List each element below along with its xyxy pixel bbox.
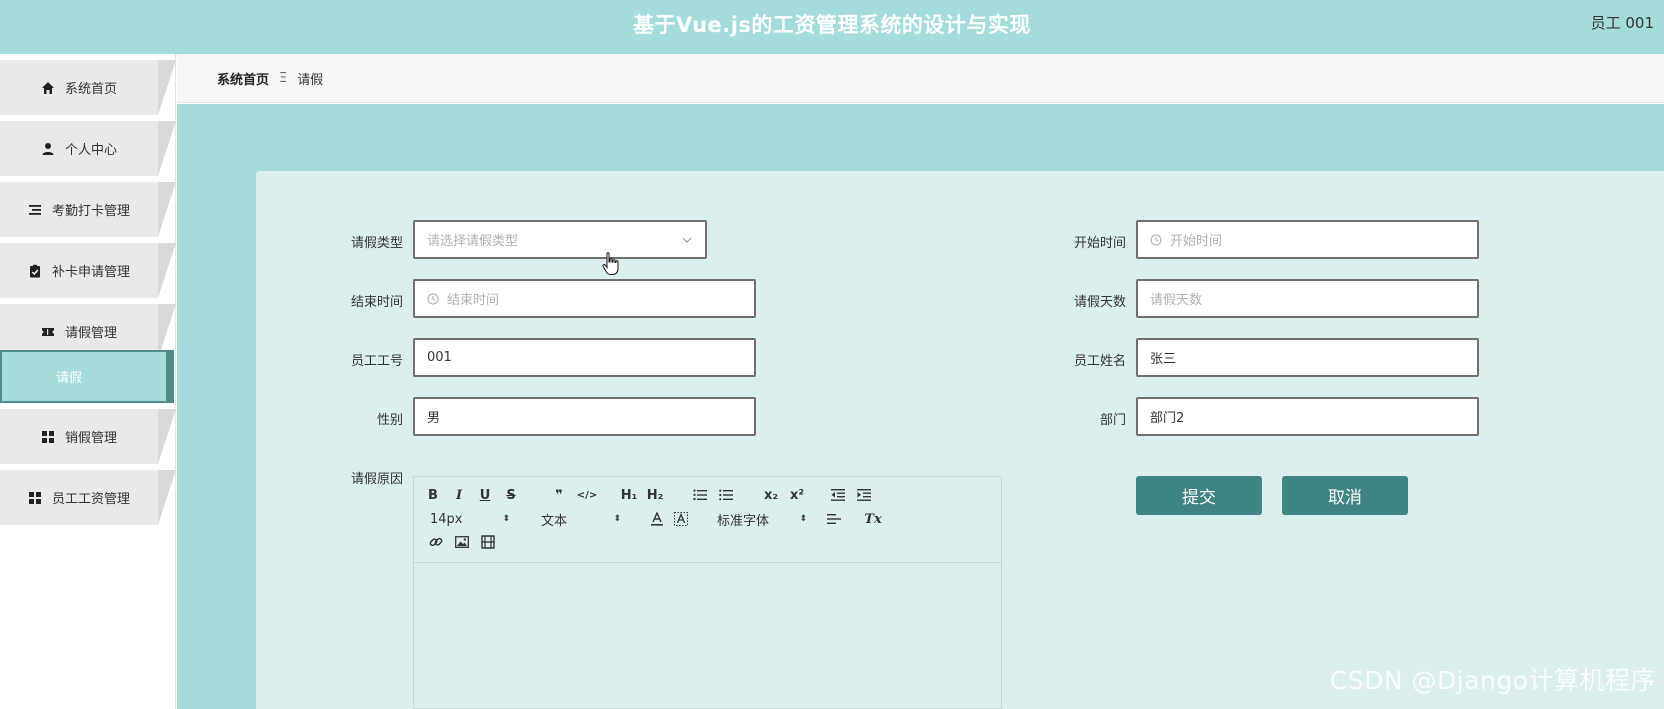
grid-icon [41, 430, 55, 444]
breadcrumb-separator: Ξ [279, 70, 288, 86]
sidebar-item-makeup-card[interactable]: 补卡申请管理 [0, 243, 176, 298]
link-icon[interactable] [428, 534, 444, 550]
breadcrumb-home[interactable]: 系统首页 [217, 69, 269, 88]
clear-format-button[interactable]: Tx [864, 511, 882, 527]
sidebar: 系统首页 个人中心 考勤打卡管理 补卡申请管理 请假管理 请假 销假管理 员工工… [0, 54, 176, 709]
superscript-button[interactable]: x² [787, 487, 807, 503]
leave-days-placeholder: 请假天数 [1150, 293, 1203, 308]
code-button[interactable]: </> [577, 487, 597, 503]
clipboard-check-icon [28, 264, 42, 278]
breadcrumb: 系统首页 Ξ 请假 [177, 54, 1664, 103]
start-time-field[interactable]: 开始时间 [1136, 220, 1479, 259]
department-label: 部门 [1099, 413, 1126, 428]
end-time-placeholder: 结束时间 [447, 293, 500, 308]
sidebar-item-label: 员工工资管理 [51, 492, 130, 507]
gender-value: 男 [427, 411, 441, 426]
indent-icon[interactable] [856, 487, 872, 503]
updown-icon: ⬍ [502, 514, 510, 524]
employee-id-value: 001 [427, 350, 452, 365]
subscript-button[interactable]: x₂ [761, 487, 781, 503]
leave-type-select[interactable]: 请选择请假类型 [413, 220, 707, 259]
department-field[interactable]: 部门2 [1136, 397, 1479, 436]
sidebar-item-salary[interactable]: 员工工资管理 [0, 470, 176, 525]
updown-icon: ⬍ [613, 514, 621, 524]
sidebar-item-label: 个人中心 [64, 143, 117, 158]
italic-button[interactable]: I [452, 487, 466, 503]
hand-cursor-icon [602, 252, 620, 276]
leave-days-field[interactable]: 请假天数 [1136, 279, 1479, 318]
sidebar-item-profile[interactable]: 个人中心 [0, 121, 176, 176]
h2-button[interactable]: H₂ [645, 487, 665, 503]
employee-name-field[interactable]: 张三 [1136, 338, 1479, 377]
updown-icon: ⬍ [799, 514, 807, 524]
grid-icon [28, 491, 42, 505]
outdent-icon[interactable] [830, 487, 846, 503]
chevron-down-icon [681, 234, 693, 246]
sidebar-item-home[interactable]: 系统首页 [0, 60, 176, 115]
bold-button[interactable]: B [426, 487, 440, 503]
employee-name-value: 张三 [1150, 352, 1177, 367]
user-icon [41, 142, 55, 156]
leave-type-label: 请假类型 [350, 236, 403, 251]
background-color-icon[interactable] [673, 511, 689, 527]
text-type-select[interactable]: 文本 ⬍ [541, 511, 621, 529]
image-icon[interactable] [454, 534, 470, 550]
strike-button[interactable]: S [504, 487, 518, 503]
reason-label: 请假原因 [350, 472, 403, 487]
video-icon[interactable] [480, 534, 496, 550]
align-icon[interactable] [826, 511, 842, 527]
employee-id-label: 员工工号 [350, 354, 403, 369]
sidebar-item-cancel-leave[interactable]: 销假管理 [0, 409, 176, 464]
h1-button[interactable]: H₁ [619, 487, 639, 503]
leave-type-placeholder: 请选择请假类型 [427, 234, 519, 249]
app-title: 基于Vue.js的工资管理系统的设计与实现 [633, 13, 1031, 37]
font-size-value: 14px [430, 511, 463, 527]
underline-button[interactable]: U [478, 487, 492, 503]
ticket-icon [41, 325, 55, 339]
font-family-select[interactable]: 标准字体 ⬍ [717, 511, 807, 529]
employee-name-label: 员工姓名 [1073, 354, 1126, 369]
sidebar-item-label: 补卡申请管理 [51, 265, 130, 280]
watermark: CSDN @Django计算机程序 [1329, 666, 1656, 695]
department-value: 部门2 [1150, 411, 1185, 426]
start-time-label: 开始时间 [1073, 236, 1126, 251]
submit-button[interactable]: 提交 [1136, 476, 1262, 515]
ordered-list-icon[interactable] [692, 487, 708, 503]
breadcrumb-current: 请假 [297, 72, 324, 88]
leave-days-label: 请假天数 [1073, 295, 1126, 310]
sidebar-item-label: 销假管理 [64, 431, 117, 446]
font-family-value: 标准字体 [717, 513, 770, 529]
bullet-list-icon[interactable] [718, 487, 734, 503]
text-type-value: 文本 [541, 513, 568, 529]
font-color-icon[interactable] [649, 511, 665, 527]
sidebar-item-label: 系统首页 [64, 82, 117, 97]
end-time-label: 结束时间 [350, 295, 403, 310]
editor-toolbar: B I U S ❞ </> H₁ H₂ x₂ x² 14px ⬍ 文本 ⬍ 标准字体… [414, 477, 1001, 563]
top-header: 基于Vue.js的工资管理系统的设计与实现 员工 001 [0, 0, 1664, 54]
start-time-placeholder: 开始时间 [1170, 234, 1223, 249]
employee-id-field[interactable]: 001 [413, 338, 756, 377]
cancel-button[interactable]: 取消 [1282, 476, 1408, 515]
list-icon [28, 203, 42, 217]
clock-icon [427, 293, 439, 305]
submenu-leave-request[interactable]: 请假 [0, 350, 174, 403]
clock-icon [1150, 234, 1162, 246]
reason-editor: B I U S ❞ </> H₁ H₂ x₂ x² 14px ⬍ 文本 ⬍ 标准字体… [413, 476, 1002, 709]
sidebar-item-label: 请假管理 [64, 326, 117, 341]
end-time-field[interactable]: 结束时间 [413, 279, 756, 318]
home-icon [41, 81, 55, 95]
gender-field[interactable]: 男 [413, 397, 756, 436]
sidebar-item-attendance[interactable]: 考勤打卡管理 [0, 182, 176, 237]
font-size-select[interactable]: 14px ⬍ [430, 511, 510, 527]
submenu-label: 请假 [56, 371, 83, 386]
quote-button[interactable]: ❞ [551, 487, 567, 503]
sidebar-item-label: 考勤打卡管理 [51, 204, 130, 219]
user-label[interactable]: 员工 001 [1591, 12, 1654, 33]
gender-label: 性别 [376, 413, 403, 428]
